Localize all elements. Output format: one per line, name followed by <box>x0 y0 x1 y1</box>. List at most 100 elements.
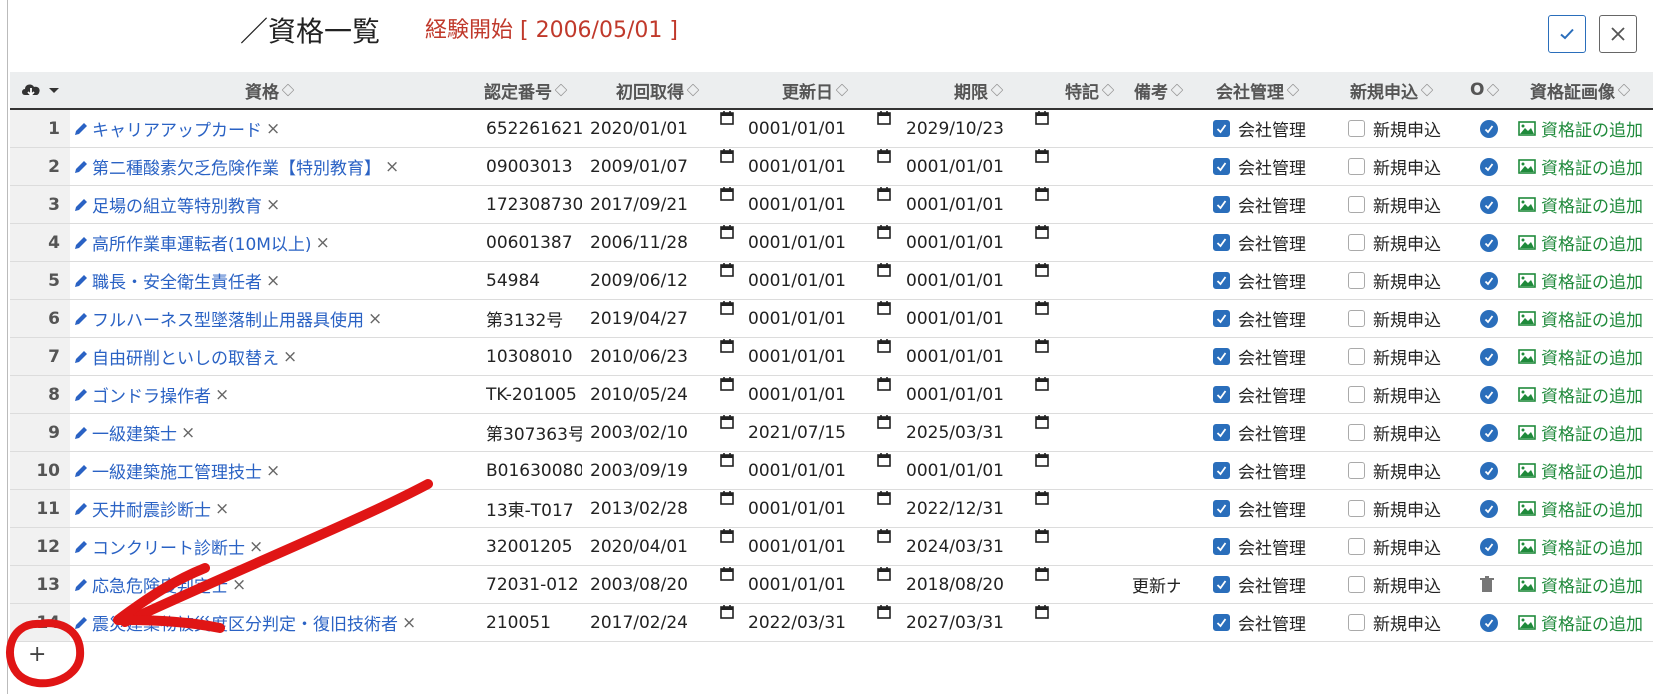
checked-icon[interactable] <box>1213 120 1230 137</box>
col-renewal[interactable]: 更新日 <box>782 72 849 108</box>
renewal-calendar[interactable] <box>877 452 891 489</box>
first-acquired-calendar[interactable] <box>720 414 734 451</box>
renewal-calendar[interactable] <box>877 566 891 603</box>
renewal-calendar[interactable] <box>877 338 891 375</box>
renewal-date[interactable]: 0001/01/01 <box>748 528 848 565</box>
calendar-icon[interactable] <box>1035 528 1049 543</box>
calendar-icon[interactable] <box>720 148 734 163</box>
unchecked-icon[interactable] <box>1348 576 1365 593</box>
remark-text[interactable] <box>1132 338 1180 375</box>
new-application-checkbox[interactable]: 新規申込 <box>1348 376 1441 413</box>
qualification-link[interactable]: 第二種酸素欠乏危険作業【特別教育】 × <box>72 148 399 185</box>
cert-number[interactable]: 第307363号 <box>486 414 582 451</box>
calendar-icon[interactable] <box>877 376 891 391</box>
qualification-name[interactable]: 一級建築士 <box>92 420 177 445</box>
calendar-icon[interactable] <box>1035 148 1049 163</box>
company-mgmt-checkbox[interactable]: 会社管理 <box>1213 376 1306 413</box>
calendar-icon[interactable] <box>720 604 734 619</box>
calendar-icon[interactable] <box>877 338 891 353</box>
calendar-icon[interactable] <box>720 110 734 125</box>
qualification-link[interactable]: 自由研削といしの取替え × <box>72 338 297 375</box>
add-cert-image-link[interactable]: 資格証の追加 <box>1518 186 1653 223</box>
expiry-date[interactable]: 2025/03/31 <box>906 414 1006 451</box>
checked-icon[interactable] <box>1213 158 1230 175</box>
qualification-link[interactable]: 一級建築士 × <box>72 414 195 451</box>
qualification-link[interactable]: キャリアアップカード × <box>72 110 280 147</box>
calendar-icon[interactable] <box>1035 376 1049 391</box>
calendar-icon[interactable] <box>1035 452 1049 467</box>
first-acquired-calendar[interactable] <box>720 224 734 261</box>
status-cell[interactable] <box>1480 490 1498 527</box>
cert-number[interactable]: 172308730 <box>486 186 582 223</box>
renewal-date[interactable]: 2022/03/31 <box>748 604 848 641</box>
unchecked-icon[interactable] <box>1348 462 1365 479</box>
new-application-checkbox[interactable]: 新規申込 <box>1348 452 1441 489</box>
new-application-checkbox[interactable]: 新規申込 <box>1348 186 1441 223</box>
remark-text[interactable] <box>1132 300 1180 337</box>
first-acquired-date[interactable]: 2013/02/28 <box>590 490 690 527</box>
pencil-icon[interactable] <box>72 310 90 328</box>
checked-icon[interactable] <box>1213 614 1230 631</box>
qualification-name[interactable]: 職長・安全衛生責任者 <box>92 268 262 293</box>
checked-icon[interactable] <box>1213 386 1230 403</box>
pencil-icon[interactable] <box>72 500 90 518</box>
first-acquired-calendar[interactable] <box>720 148 734 185</box>
pencil-icon[interactable] <box>72 386 90 404</box>
pencil-icon[interactable] <box>72 196 90 214</box>
remove-icon[interactable]: × <box>249 537 263 557</box>
cert-number[interactable]: 09003013 <box>486 148 582 185</box>
company-mgmt-checkbox[interactable]: 会社管理 <box>1213 452 1306 489</box>
renewal-calendar[interactable] <box>877 186 891 223</box>
qualification-link[interactable]: コンクリート診断士 × <box>72 528 263 565</box>
calendar-icon[interactable] <box>877 528 891 543</box>
renewal-date[interactable]: 0001/01/01 <box>748 338 848 375</box>
first-acquired-date[interactable]: 2020/01/01 <box>590 110 690 147</box>
pencil-icon[interactable] <box>72 576 90 594</box>
renewal-date[interactable]: 0001/01/01 <box>748 376 848 413</box>
calendar-icon[interactable] <box>877 262 891 277</box>
unchecked-icon[interactable] <box>1348 348 1365 365</box>
qualification-name[interactable]: フルハーネス型墜落制止用器具使用 <box>92 306 364 331</box>
remark-text[interactable] <box>1132 376 1180 413</box>
calendar-icon[interactable] <box>720 262 734 277</box>
status-check-icon[interactable] <box>1480 195 1498 214</box>
cert-number[interactable]: 13東-T017 <box>486 490 582 527</box>
renewal-calendar[interactable] <box>877 490 891 527</box>
expiry-date[interactable]: 2024/03/31 <box>906 528 1006 565</box>
add-cert-image-link[interactable]: 資格証の追加 <box>1518 528 1653 565</box>
add-cert-image-link[interactable]: 資格証の追加 <box>1518 414 1653 451</box>
status-check-icon[interactable] <box>1480 271 1498 290</box>
cert-number[interactable]: TK-201005 <box>486 376 582 413</box>
status-cell[interactable] <box>1480 452 1498 489</box>
remove-icon[interactable]: × <box>266 461 280 481</box>
renewal-calendar[interactable] <box>877 110 891 147</box>
remark-text[interactable] <box>1132 110 1180 147</box>
pencil-icon[interactable] <box>72 120 90 138</box>
expiry-calendar[interactable] <box>1035 528 1049 565</box>
remark-text[interactable] <box>1132 148 1180 185</box>
first-acquired-date[interactable]: 2020/04/01 <box>590 528 690 565</box>
first-acquired-date[interactable]: 2017/09/21 <box>590 186 690 223</box>
qualification-link[interactable]: 足場の組立等特別教育 × <box>72 186 280 223</box>
add-cert-image-link[interactable]: 資格証の追加 <box>1518 224 1653 261</box>
calendar-icon[interactable] <box>1035 414 1049 429</box>
status-cell[interactable] <box>1480 300 1498 337</box>
expiry-date[interactable]: 0001/01/01 <box>906 452 1006 489</box>
qualification-name[interactable]: 自由研削といしの取替え <box>92 344 279 369</box>
add-cert-image-link[interactable]: 資格証の追加 <box>1518 452 1653 489</box>
new-application-checkbox[interactable]: 新規申込 <box>1348 262 1441 299</box>
first-acquired-date[interactable]: 2019/04/27 <box>590 300 690 337</box>
calendar-icon[interactable] <box>1035 300 1049 315</box>
calendar-icon[interactable] <box>877 566 891 581</box>
remove-icon[interactable]: × <box>266 195 280 215</box>
expiry-date[interactable]: 0001/01/01 <box>906 376 1006 413</box>
company-mgmt-checkbox[interactable]: 会社管理 <box>1213 566 1306 603</box>
renewal-date[interactable]: 2021/07/15 <box>748 414 848 451</box>
checked-icon[interactable] <box>1213 196 1230 213</box>
expiry-date[interactable]: 2022/12/31 <box>906 490 1006 527</box>
remark-text[interactable] <box>1132 528 1180 565</box>
renewal-date[interactable]: 0001/01/01 <box>748 110 848 147</box>
status-check-icon[interactable] <box>1480 385 1498 404</box>
status-cell[interactable] <box>1480 224 1498 261</box>
qualification-name[interactable]: 高所作業車運転者(10M以上) <box>92 230 312 255</box>
